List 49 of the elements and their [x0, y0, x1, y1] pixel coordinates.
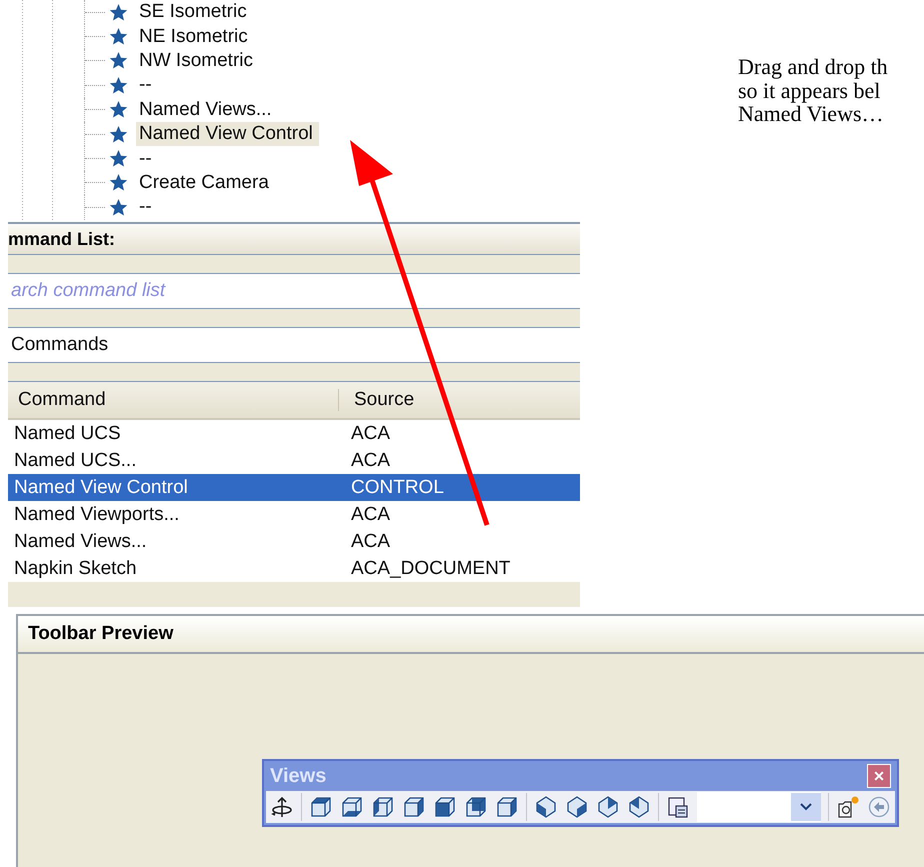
- star-icon: [109, 198, 128, 217]
- category-field[interactable]: Commands: [8, 328, 580, 363]
- tree-item[interactable]: --: [136, 195, 158, 220]
- named-views-icon[interactable]: [666, 795, 690, 819]
- column-header[interactable]: Command: [8, 389, 339, 411]
- panel-title: mmand List:: [8, 228, 116, 250]
- tree-item[interactable]: NW Isometric: [136, 48, 259, 73]
- star-icon: [109, 51, 128, 70]
- close-button[interactable]: ×: [867, 764, 891, 788]
- column-header[interactable]: Source: [339, 389, 414, 411]
- isometric-icon[interactable]: [534, 795, 558, 819]
- cube-icon[interactable]: [340, 795, 364, 819]
- command-row[interactable]: Named Viewports... ACA: [8, 501, 580, 528]
- command-row[interactable]: Napkin Sketch ACA_DOCUMENT: [8, 555, 580, 582]
- star-icon: [109, 100, 128, 120]
- tree-item[interactable]: SE Isometric: [136, 0, 253, 24]
- command-row[interactable]: Named UCS ACA: [8, 420, 580, 447]
- cube-icon[interactable]: [402, 795, 426, 819]
- cube-icon[interactable]: [370, 795, 395, 819]
- tree-item[interactable]: --: [136, 146, 158, 171]
- star-icon: [109, 124, 128, 144]
- toolbar-title: Views: [270, 764, 326, 788]
- isometric-icon[interactable]: [626, 795, 651, 819]
- command-row[interactable]: Named View Control CONTROL: [8, 474, 580, 501]
- command-row[interactable]: Named Views... ACA: [8, 528, 580, 555]
- star-icon: [109, 149, 128, 168]
- back-icon[interactable]: [867, 795, 891, 819]
- camera-icon[interactable]: [836, 795, 860, 819]
- chevron-down-icon: [800, 803, 812, 811]
- orbit-icon[interactable]: [270, 795, 294, 819]
- cube-icon[interactable]: [432, 795, 457, 819]
- tree-item[interactable]: Create Camera: [136, 170, 275, 195]
- search-field[interactable]: arch command list: [8, 274, 580, 309]
- tree-item[interactable]: --: [136, 73, 158, 98]
- tree-item[interactable]: Named View Control: [136, 122, 319, 146]
- instruction-text: Drag and drop th so it appears bel Named Views…: [738, 55, 888, 128]
- star-icon: [109, 173, 128, 192]
- cube-icon[interactable]: [308, 795, 333, 819]
- isometric-icon[interactable]: [596, 795, 620, 819]
- star-icon: [109, 27, 128, 46]
- command-row[interactable]: Named UCS... ACA: [8, 447, 580, 474]
- tree-item[interactable]: Named Views...: [136, 98, 278, 122]
- panel-title: Toolbar Preview: [28, 623, 174, 645]
- star-icon: [109, 2, 128, 22]
- cube-icon[interactable]: [494, 795, 519, 819]
- star-icon: [109, 76, 128, 95]
- cube-icon[interactable]: [464, 795, 488, 819]
- isometric-icon[interactable]: [564, 795, 589, 819]
- tree-item[interactable]: NE Isometric: [136, 24, 254, 49]
